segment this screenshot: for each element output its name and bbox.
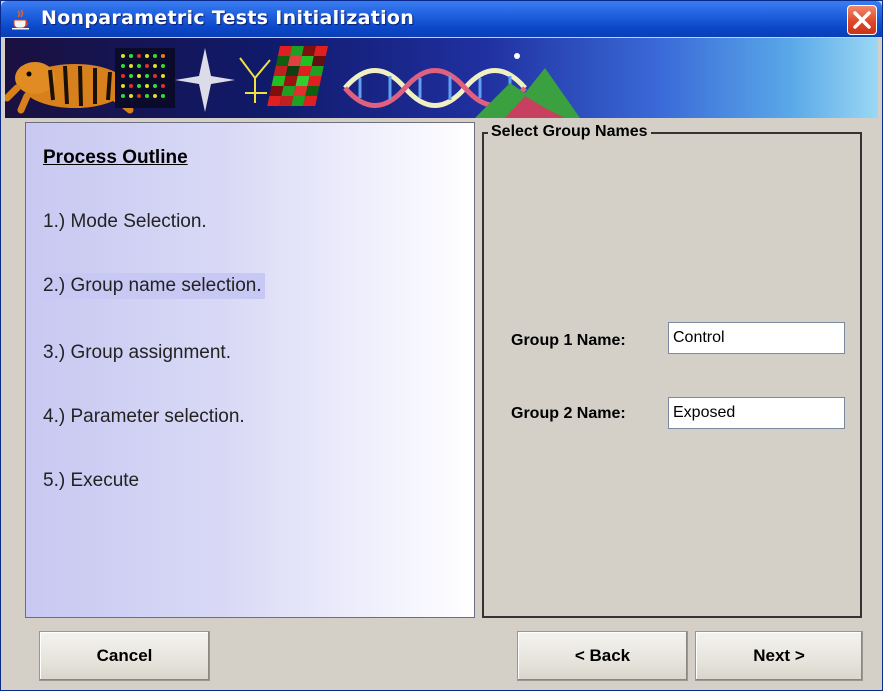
back-button[interactable]: < Back xyxy=(517,631,688,681)
microarray-dots xyxy=(115,48,175,108)
dialog-window: Nonparametric Tests Initialization Proce… xyxy=(0,0,883,691)
java-coffee-icon xyxy=(12,9,29,30)
group-box-title: Select Group Names xyxy=(488,123,651,141)
group1-name-label: Group 1 Name: xyxy=(511,332,626,349)
close-button[interactable] xyxy=(847,5,877,35)
outline-step-mode-selection: 1.) Mode Selection. xyxy=(43,211,207,232)
title-bar[interactable]: Nonparametric Tests Initialization xyxy=(1,1,882,37)
process-outline-panel: Process Outline 1.) Mode Selection. 2.) … xyxy=(25,122,475,618)
group2-name-input[interactable] xyxy=(668,397,845,429)
select-group-names-panel: Select Group Names Group 1 Name: Group 2… xyxy=(482,122,862,618)
group1-name-input[interactable] xyxy=(668,322,845,354)
group-box-border xyxy=(482,132,862,618)
network-graphic xyxy=(239,57,271,103)
next-button[interactable]: Next > xyxy=(695,631,863,681)
cancel-button[interactable]: Cancel xyxy=(39,631,210,681)
group2-name-label: Group 2 Name: xyxy=(511,405,626,422)
sparkle-graphic xyxy=(175,48,235,112)
outline-step-group-name-selection: 2.) Group name selection. xyxy=(41,273,265,299)
tiger-graphic xyxy=(5,62,134,114)
outline-step-parameter-selection: 4.) Parameter selection. xyxy=(43,406,245,427)
heatmap-graphic xyxy=(267,46,328,106)
outline-step-group-assignment: 3.) Group assignment. xyxy=(43,342,231,363)
process-outline-title: Process Outline xyxy=(43,147,188,168)
close-icon xyxy=(853,11,871,29)
outline-step-execute: 5.) Execute xyxy=(43,470,140,491)
banner-artwork-image xyxy=(5,46,580,118)
window-title: Nonparametric Tests Initialization xyxy=(41,7,415,29)
header-banner xyxy=(5,38,878,118)
